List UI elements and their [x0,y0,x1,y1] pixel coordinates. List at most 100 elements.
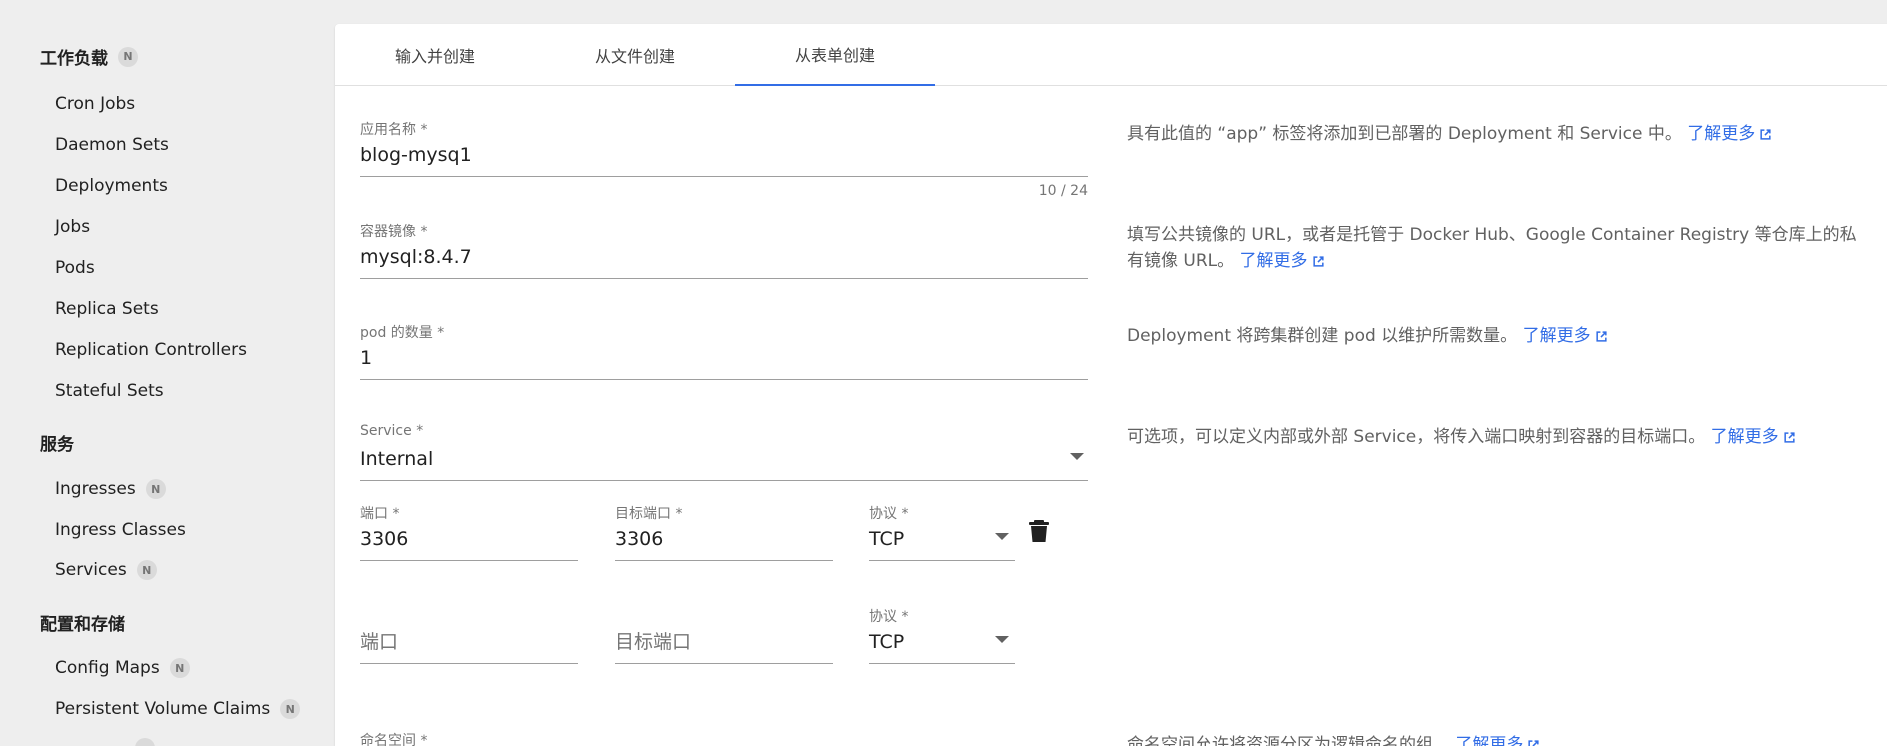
sidebar-item-daemon-sets[interactable]: Daemon Sets [55,135,169,155]
pod-count-label: pod 的数量 * [360,325,445,341]
service-value: Internal [360,448,434,470]
sidebar-item-ingress-classes[interactable]: Ingress Classes [55,520,186,540]
sidebar-item-label: Services [55,560,127,580]
sidebar: 工作负载 N Cron Jobs Daemon Sets Deployments… [0,2,335,746]
new-badge-partial [135,738,155,746]
namespace-help: 命名空间允许将资源分区为逻辑命名的组。 了解更多 [1127,732,1867,746]
protocol-label: 协议 * [869,506,909,522]
nav-section-config-storage[interactable]: 配置和存储 [40,610,125,635]
arrow-drop-down-icon [995,636,1009,643]
port-field[interactable]: 端口 * 3306 [360,503,578,561]
create-form-panel: 输入并创建 从文件创建 从表单创建 应用名称 * blog-mysq1 10 /… [335,24,1887,746]
tab-label: 从文件创建 [594,47,675,66]
target-port-input[interactable]: 3306 [615,525,833,553]
sidebar-item-cron-jobs[interactable]: Cron Jobs [55,94,135,114]
new-badge: N [118,46,138,67]
app-name-input[interactable]: blog-mysq1 [360,141,1088,169]
service-select[interactable]: Service * Internal [360,423,1088,481]
sidebar-item-pods[interactable]: Pods [55,258,95,278]
service-label: Service * [360,423,424,439]
container-image-input[interactable]: mysql:8.4.7 [360,243,1088,271]
nav-section-workloads[interactable]: 工作负载 N [40,44,138,69]
protocol-value: TCP [869,528,905,550]
target-port-field[interactable]: 目标端口 * 3306 [615,503,833,561]
sidebar-item-replica-sets[interactable]: Replica Sets [55,299,159,319]
learn-more-link[interactable]: 了解更多 [1711,424,1796,450]
open-in-new-icon [1596,330,1607,342]
help-text: Deployment 将跨集群创建 pod 以维护所需数量。 [1127,326,1518,346]
sidebar-item-persistent-volume-claims[interactable]: Persistent Volume Claims N [55,699,301,719]
sidebar-item-label: Replica Sets [55,299,159,319]
namespace-field[interactable]: 命名空间 * [360,730,1088,746]
protocol-label: 协议 * [869,609,909,625]
app-name-counter: 10 / 24 [1038,183,1088,199]
learn-more-link[interactable]: 了解更多 [1687,121,1772,147]
learn-more-link[interactable]: 了解更多 [1455,732,1540,746]
sidebar-item-label: Ingress Classes [55,520,186,540]
sidebar-item-config-maps[interactable]: Config Maps N [55,658,190,678]
arrow-drop-down-icon [995,533,1009,540]
sidebar-item-ingresses[interactable]: Ingresses N [55,479,166,499]
new-badge: N [136,560,157,580]
port-label: 端口 * [360,506,400,522]
port-input[interactable]: 3306 [360,525,578,553]
tab-create-from-form[interactable]: 从表单创建 [735,24,935,86]
sidebar-item-label: Cron Jobs [55,94,136,114]
sidebar-item-label: Persistent Volume Claims [55,699,271,719]
service-help: 可选项，可以定义内部或外部 Service，将传入端口映射到容器的目标端口。 了… [1127,424,1867,450]
app-name-label: 应用名称 * [360,122,428,138]
sidebar-item-label: Ingresses [55,479,136,499]
protocol-value: TCP [869,631,905,653]
tab-label: 从表单创建 [794,46,875,65]
tab-create-from-input[interactable]: 输入并创建 [335,24,535,86]
learn-more-link[interactable]: 了解更多 [1523,323,1608,349]
nav-section-services[interactable]: 服务 [40,430,74,455]
arrow-drop-down-icon [1070,453,1084,460]
protocol-select-2[interactable]: 协议 * TCP [869,606,1015,664]
open-in-new-icon [1528,739,1539,746]
pod-count-input[interactable]: 1 [360,344,1088,372]
sidebar-item-services[interactable]: Services N [55,560,157,580]
sidebar-item-deployments[interactable]: Deployments [55,176,168,196]
pods-help: Deployment 将跨集群创建 pod 以维护所需数量。 了解更多 [1127,323,1867,349]
sidebar-item-replication-controllers[interactable]: Replication Controllers [55,340,247,360]
target-port-input-placeholder[interactable]: 目标端口 [615,628,833,656]
sidebar-item-label-cut [55,742,125,746]
container-image-label: 容器镜像 * [360,224,428,240]
nav-section-title: 服务 [40,435,74,455]
target-port-label: 目标端口 * [615,506,683,522]
sidebar-item-label: Stateful Sets [55,381,164,401]
target-port-field-empty[interactable]: 目标端口 [615,606,833,664]
open-in-new-icon [1760,128,1771,140]
help-text: 命名空间允许将资源分区为逻辑命名的组。 [1127,735,1450,746]
create-tabs: 输入并创建 从文件创建 从表单创建 [335,24,1887,86]
sidebar-item-label: Replication Controllers [55,340,247,360]
sidebar-item-label: Pods [55,258,95,278]
tab-label: 输入并创建 [394,47,475,66]
new-badge: N [169,658,190,678]
container-image-field[interactable]: 容器镜像 * mysql:8.4.7 [360,221,1088,279]
trash-icon[interactable] [1028,519,1050,547]
pod-count-field[interactable]: pod 的数量 * 1 [360,322,1088,380]
sidebar-item-label: Daemon Sets [55,135,169,155]
help-text: 填写公共镜像的 URL，或者是托管于 Docker Hub、Google Con… [1127,225,1857,271]
port-field-empty[interactable]: 端口 [360,606,578,664]
nav-section-title: 配置和存储 [40,615,125,635]
help-text: 可选项，可以定义内部或外部 Service，将传入端口映射到容器的目标端口。 [1127,427,1706,447]
sidebar-item-jobs[interactable]: Jobs [55,217,90,237]
sidebar-item-stateful-sets[interactable]: Stateful Sets [55,381,164,401]
app-name-help: 具有此值的 “app” 标签将添加到已部署的 Deployment 和 Serv… [1127,121,1867,147]
open-in-new-icon [1312,255,1324,267]
new-badge: N [280,699,301,719]
tab-create-from-file[interactable]: 从文件创建 [535,24,735,86]
sidebar-item-label: Jobs [55,217,91,237]
protocol-select[interactable]: 协议 * TCP [869,503,1015,561]
app-name-field[interactable]: 应用名称 * blog-mysq1 [360,119,1088,177]
sidebar-item-label: Config Maps [55,658,160,678]
learn-more-link[interactable]: 了解更多 [1240,248,1325,274]
sidebar-item-partial[interactable] [55,738,155,746]
open-in-new-icon [1784,431,1795,443]
sidebar-item-label: Deployments [55,176,168,196]
port-input-placeholder[interactable]: 端口 [360,628,578,656]
image-help: 填写公共镜像的 URL，或者是托管于 Docker Hub、Google Con… [1127,222,1867,274]
